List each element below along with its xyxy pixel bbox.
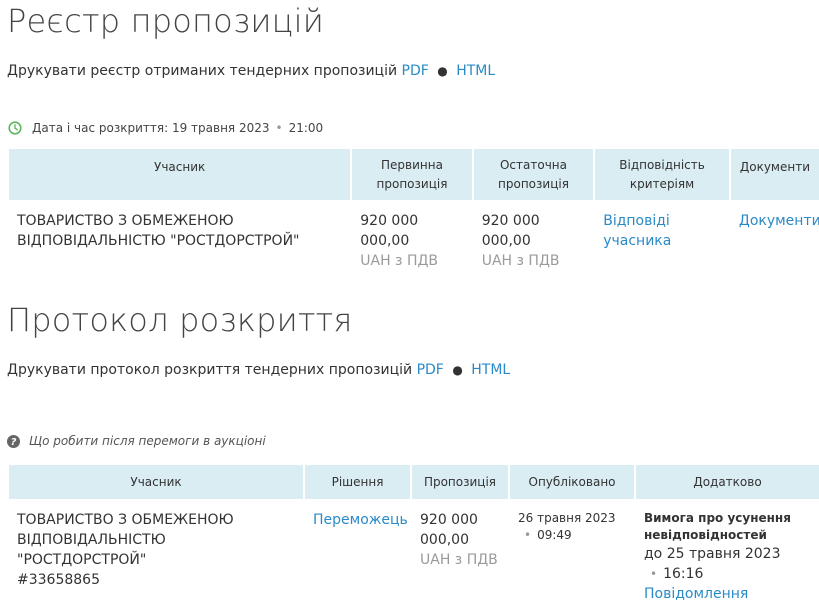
registry-col-documents: Документи [730, 149, 819, 200]
documents-link[interactable]: Документи [739, 213, 819, 229]
opening-time: 21:00 [288, 121, 324, 135]
protocol-table: Учасник Рішення Пропозиція Опубліковано … [7, 463, 819, 615]
registry-col-criteria: Відповідність критеріям [595, 149, 729, 200]
protocol-participant-code: #33658865 [17, 572, 100, 588]
table-row: ТОВАРИСТВО З ОБМЕЖЕНОЮ ВІДПОВІДАЛЬНІСТЮ … [9, 202, 819, 280]
registry-title: Реєстр пропозицій [7, 2, 325, 40]
final-amount: 920 000 000,00 [481, 213, 540, 249]
protocol-title: Протокол розкриття [7, 301, 353, 339]
registry-header-row: Учасник Первинна пропозиція Остаточна пр… [9, 149, 819, 200]
registry-pdf-link[interactable]: PDF [402, 63, 429, 79]
initial-amount: 920 000 000,00 [360, 213, 419, 249]
protocol-print-text: Друкувати протокол розкриття тендерних п… [7, 362, 413, 378]
registry-table: Учасник Первинна пропозиція Остаточна пр… [7, 147, 819, 282]
clock-icon [8, 121, 22, 135]
protocol-col-participant: Учасник [9, 465, 303, 499]
protocol-currency: UAH з ПДВ [420, 552, 498, 568]
registry-print-text: Друкувати реєстр отриманих тендерних про… [7, 63, 398, 79]
notification-link[interactable]: Повідомлення [644, 586, 748, 602]
dot-separator: • [524, 528, 532, 542]
requirement-title: Вимога про усунення невідповідностей [644, 511, 791, 542]
published-datetime: 26 травня 2023 • 09:49 [510, 501, 634, 613]
published-date: 26 травня 2023 [518, 511, 616, 525]
extra-info: Вимога про усунення невідповідностей до … [636, 501, 819, 613]
protocol-col-extra: Додатково [636, 465, 819, 499]
criteria-answers-link[interactable]: Відповіді учасника [603, 213, 671, 249]
protocol-participant: ТОВАРИСТВО З ОБМЕЖЕНОЮ ВІДПОВІДАЛЬНІСТЮ … [9, 501, 303, 613]
requirement-due-time: 16:16 [663, 566, 704, 582]
separator-dot: ● [437, 64, 448, 78]
protocol-header-row: Учасник Рішення Пропозиція Опубліковано … [9, 465, 819, 499]
initial-offer: 920 000 000,00 UAH з ПДВ [352, 202, 471, 280]
requirement-due-date: до 25 травня 2023 [644, 546, 781, 562]
protocol-pdf-link[interactable]: PDF [417, 362, 444, 378]
help-link-row[interactable]: ? Що робити після перемоги в аукціоні [7, 434, 266, 448]
help-link-text[interactable]: Що робити після перемоги в аукціоні [29, 434, 266, 448]
registry-col-initial: Первинна пропозиція [352, 149, 472, 200]
participant-name: ТОВАРИСТВО З ОБМЕЖЕНОЮ ВІДПОВІДАЛЬНІСТЮ … [17, 213, 300, 249]
protocol-amount: 920 000 000,00 [420, 512, 478, 548]
question-icon: ? [7, 434, 20, 448]
protocol-col-published: Опубліковано [510, 465, 634, 499]
final-currency: UAH з ПДВ [481, 253, 560, 269]
registry-col-participant: Учасник [9, 149, 351, 200]
separator-dot: ● [452, 363, 463, 377]
dot-separator: • [650, 567, 658, 581]
dot-separator: • [275, 121, 283, 135]
final-offer: 920 000 000,00 UAH з ПДВ [474, 202, 593, 280]
table-row: ТОВАРИСТВО З ОБМЕЖЕНОЮ ВІДПОВІДАЛЬНІСТЮ … [9, 501, 819, 613]
opening-datetime: Дата і час розкриття: 19 травня 2023 • 2… [8, 121, 323, 135]
protocol-participant-name: ТОВАРИСТВО З ОБМЕЖЕНОЮ ВІДПОВІДАЛЬНІСТЮ … [17, 512, 234, 568]
svg-text:?: ? [11, 437, 17, 448]
registry-print-line: Друкувати реєстр отриманих тендерних про… [7, 63, 495, 79]
protocol-offer: 920 000 000,00 UAH з ПДВ [412, 501, 508, 613]
opening-date-label: Дата і час розкриття: 19 травня 2023 [32, 121, 270, 135]
published-time: 09:49 [537, 528, 572, 542]
protocol-html-link[interactable]: HTML [471, 362, 510, 378]
protocol-col-offer: Пропозиція [412, 465, 508, 499]
registry-col-final: Остаточна пропозиція [473, 149, 594, 200]
registry-html-link[interactable]: HTML [456, 63, 495, 79]
protocol-col-decision: Рішення [305, 465, 410, 499]
winner-link[interactable]: Переможець [313, 512, 408, 528]
initial-currency: UAH з ПДВ [360, 253, 439, 269]
protocol-print-line: Друкувати протокол розкриття тендерних п… [7, 362, 510, 378]
